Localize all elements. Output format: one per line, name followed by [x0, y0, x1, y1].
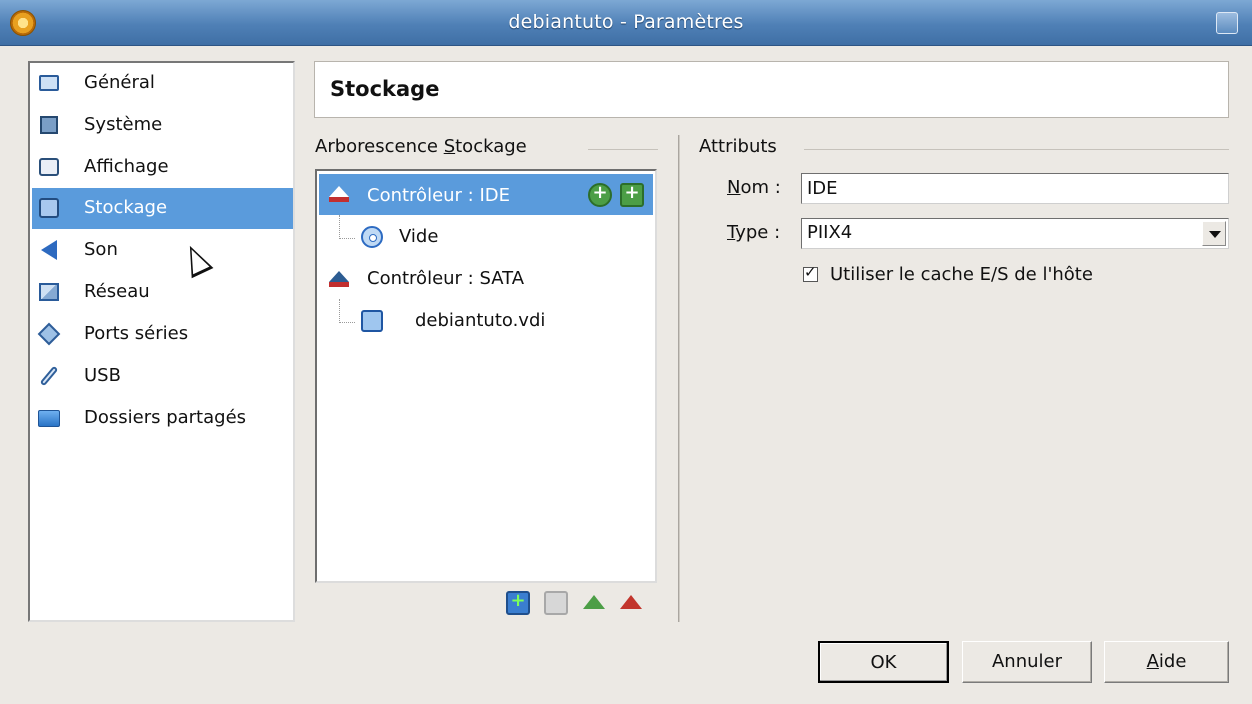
name-label-rest: om :	[740, 177, 781, 198]
type-label-rest: ype :	[735, 222, 781, 243]
group-divider	[588, 149, 658, 150]
sidebar-item-label: Ports séries	[84, 323, 189, 344]
sidebar-item-label: Stockage	[84, 197, 168, 218]
page-header: Stockage	[314, 61, 1229, 118]
display-icon	[38, 156, 60, 178]
host-io-cache-checkbox[interactable]	[803, 263, 818, 282]
type-select[interactable]: PIIX4	[801, 218, 1229, 249]
chevron-down-icon[interactable]	[1202, 221, 1226, 246]
type-mnemonic: T	[727, 222, 736, 243]
host-io-cache-label[interactable]: Utiliser le cache E/S de l'hôte	[830, 264, 1093, 285]
storage-tree-group-suffix: tockage	[455, 136, 527, 157]
storage-tree-group-title: Arborescence Stockage	[315, 136, 527, 157]
tree-node-empty-cd[interactable]: Vide	[319, 217, 653, 257]
serial-port-icon	[37, 322, 61, 346]
hard-disk-icon	[361, 310, 383, 332]
sidebar-item-display[interactable]: Affichage	[32, 147, 293, 188]
remove-attachment-icon[interactable]	[544, 591, 568, 615]
help-label-rest: ide	[1158, 651, 1187, 672]
close-icon[interactable]	[1216, 12, 1238, 34]
storage-icon	[38, 197, 60, 219]
sidebar-item-label: Dossiers partagés	[84, 407, 247, 428]
page-title: Stockage	[330, 77, 440, 101]
sidebar-item-audio[interactable]: Son	[32, 230, 293, 271]
sidebar-item-usb[interactable]: USB	[32, 356, 293, 397]
sidebar-item-serial-ports[interactable]: Ports séries	[32, 314, 293, 355]
storage-tree[interactable]: Contrôleur : IDE Vide Contrôleur : SATA …	[315, 169, 657, 583]
sidebar-item-label: USB	[84, 365, 121, 386]
speaker-icon	[38, 239, 60, 261]
sidebar-item-label: Affichage	[84, 156, 169, 177]
ok-button[interactable]: OK	[818, 641, 949, 683]
monitor-icon	[38, 72, 60, 94]
sidebar-item-shared-folders[interactable]: Dossiers partagés	[32, 398, 293, 439]
folder-icon	[38, 407, 60, 429]
title-bar[interactable]: debiantuto - Paramètres	[0, 0, 1252, 46]
add-cd-icon[interactable]	[588, 182, 612, 207]
tree-node-label: Vide	[399, 226, 439, 247]
tree-node-hard-disk[interactable]: debiantuto.vdi	[319, 301, 653, 341]
add-controller-icon[interactable]	[582, 591, 606, 615]
tree-node-label: Contrôleur : SATA	[367, 268, 525, 289]
cd-icon	[361, 226, 383, 248]
add-hard-disk-icon[interactable]	[620, 182, 644, 207]
chip-icon	[38, 114, 60, 136]
tree-node-sata-controller[interactable]: Contrôleur : SATA	[319, 259, 653, 299]
name-field[interactable]	[801, 173, 1229, 204]
type-select-value: PIIX4	[807, 222, 853, 243]
sata-controller-icon	[327, 271, 351, 287]
usb-icon	[38, 365, 60, 387]
help-button[interactable]: Aide	[1104, 641, 1229, 683]
cancel-button[interactable]: Annuler	[962, 641, 1092, 683]
name-mnemonic: N	[727, 177, 741, 198]
panel-divider	[678, 135, 680, 622]
group-divider	[804, 149, 1229, 150]
ide-controller-icon	[327, 186, 351, 202]
window-title: debiantuto - Paramètres	[508, 11, 744, 33]
remove-controller-icon[interactable]	[619, 591, 643, 615]
tree-node-ide-controller[interactable]: Contrôleur : IDE	[319, 174, 653, 215]
sidebar-item-label: Son	[84, 239, 118, 260]
settings-category-list[interactable]: Général Système Affichage Stockage Son R…	[28, 61, 295, 622]
tree-node-label: debiantuto.vdi	[415, 310, 546, 331]
type-label: Type :	[727, 222, 780, 243]
add-attachment-icon[interactable]	[506, 590, 530, 615]
tree-node-label: Contrôleur : IDE	[367, 185, 510, 206]
sidebar-item-label: Système	[84, 114, 163, 135]
storage-tree-group-prefix: Arborescence	[315, 136, 444, 157]
sidebar-item-label: Général	[84, 72, 155, 93]
sidebar-item-storage[interactable]: Stockage	[32, 188, 293, 229]
help-mnemonic: A	[1146, 651, 1159, 672]
attributes-group-title: Attributs	[699, 136, 777, 157]
name-label: Nom :	[727, 177, 781, 198]
network-icon	[38, 281, 60, 303]
sidebar-item-network[interactable]: Réseau	[32, 272, 293, 313]
sidebar-item-system[interactable]: Système	[32, 105, 293, 146]
sidebar-item-label: Réseau	[84, 281, 150, 302]
sidebar-item-general[interactable]: Général	[32, 63, 293, 104]
storage-tree-mnemonic: S	[443, 136, 456, 157]
